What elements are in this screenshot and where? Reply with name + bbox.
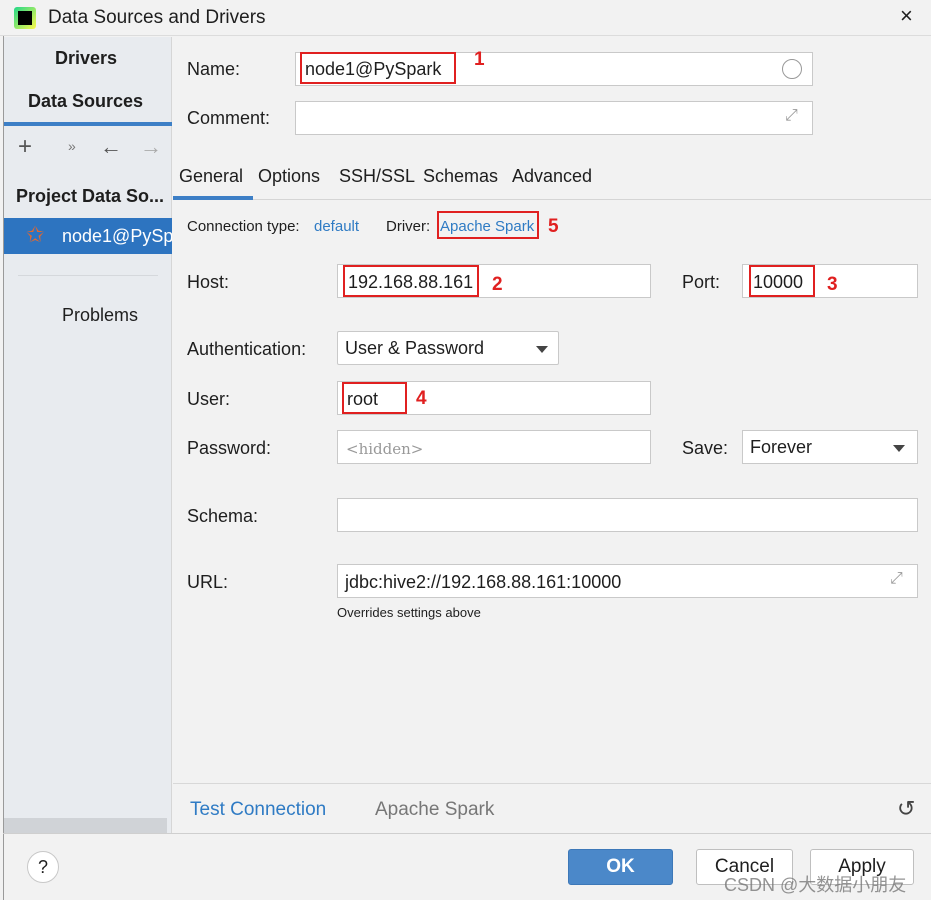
add-icon[interactable]: + <box>18 133 32 161</box>
authentication-value: User & Password <box>345 338 485 358</box>
host-value: 192.168.88.161 <box>348 272 474 292</box>
authentication-label: Authentication: <box>187 339 307 359</box>
tab-data-sources[interactable]: Data Sources <box>28 91 143 112</box>
section-project-data-sources: Project Data So... <box>16 186 165 206</box>
back-icon[interactable]: ← <box>100 134 122 160</box>
expand-icon[interactable]: ⤢ <box>890 570 903 588</box>
comment-label: Comment: <box>187 108 271 128</box>
chevron-down-icon <box>536 346 548 353</box>
annotation-1: 1 <box>474 49 485 70</box>
more-icon[interactable]: » <box>68 138 76 154</box>
password-placeholder: <hidden> <box>346 440 424 458</box>
spark-star-icon: ✩ <box>26 222 45 247</box>
data-source-label: node1@PySpark <box>62 226 172 246</box>
bottom-divider <box>3 833 931 834</box>
url-hint: Overrides settings above <box>337 605 481 620</box>
save-select[interactable]: Forever <box>742 430 918 464</box>
connection-type-link[interactable]: default <box>314 218 359 235</box>
tab-ssh-ssl[interactable]: SSH/SSL <box>339 166 415 187</box>
tab-drivers[interactable]: Drivers <box>55 48 117 69</box>
url-input[interactable]: jdbc:hive2://192.168.88.161:10000 ⤢ <box>337 564 918 598</box>
port-value: 10000 <box>753 272 804 292</box>
tab-underline <box>4 122 172 126</box>
problems-item[interactable]: Problems <box>62 305 138 326</box>
url-value: jdbc:hive2://192.168.88.161:10000 <box>345 572 622 592</box>
driver-name: Apache Spark <box>375 799 495 820</box>
tab-schemas[interactable]: Schemas <box>423 166 498 187</box>
annotation-5: 5 <box>548 216 559 237</box>
expand-icon[interactable]: ⤢ <box>785 107 798 125</box>
tab-general-underline <box>173 196 253 200</box>
revert-icon[interactable]: ↺ <box>897 796 915 822</box>
authentication-select[interactable]: User & Password <box>337 331 559 365</box>
divider <box>18 275 158 276</box>
save-label: Save: <box>682 438 729 458</box>
port-label: Port: <box>682 272 721 292</box>
save-value: Forever <box>750 437 813 457</box>
window-title: Data Sources and Drivers <box>48 7 266 28</box>
color-circle-icon[interactable] <box>782 59 802 79</box>
tabs-border <box>173 199 931 200</box>
sidebar: Drivers Data Sources + » ← → Project Dat… <box>4 37 172 834</box>
annotation-3: 3 <box>827 274 838 295</box>
connection-type-label: Connection type: <box>187 218 300 235</box>
data-source-item[interactable]: ✩ node1@PySpark <box>4 218 172 254</box>
forward-icon[interactable]: → <box>140 134 162 160</box>
ok-button[interactable]: OK <box>568 849 673 885</box>
annotation-2: 2 <box>492 274 503 295</box>
name-value: node1@PySpark <box>305 59 442 79</box>
title-bar: Data Sources and Drivers × <box>0 0 931 36</box>
help-button[interactable]: ? <box>27 851 59 883</box>
password-label: Password: <box>187 438 272 458</box>
comment-input[interactable] <box>295 101 813 135</box>
name-label: Name: <box>187 59 241 79</box>
tab-options[interactable]: Options <box>258 166 320 187</box>
pycharm-logo-icon <box>14 7 36 29</box>
host-label: Host: <box>187 272 230 292</box>
close-icon[interactable]: × <box>900 3 913 29</box>
tab-advanced[interactable]: Advanced <box>512 166 592 187</box>
test-connection-link[interactable]: Test Connection <box>190 799 326 821</box>
url-label: URL: <box>187 572 229 592</box>
user-value: root <box>347 389 379 409</box>
footer-divider <box>173 783 931 784</box>
driver-label: Driver: <box>386 218 431 235</box>
watermark: CSDN @大数据小朋友 <box>724 875 907 895</box>
chevron-down-icon <box>893 445 905 452</box>
sidebar-scrollbar[interactable] <box>4 818 167 834</box>
driver-link[interactable]: Apache Spark <box>440 218 534 235</box>
annotation-4: 4 <box>416 388 427 409</box>
tab-general[interactable]: General <box>179 166 243 187</box>
user-label: User: <box>187 389 231 409</box>
schema-label: Schema: <box>187 506 259 526</box>
schema-input[interactable] <box>337 498 918 532</box>
password-input[interactable]: <hidden> <box>337 430 651 464</box>
